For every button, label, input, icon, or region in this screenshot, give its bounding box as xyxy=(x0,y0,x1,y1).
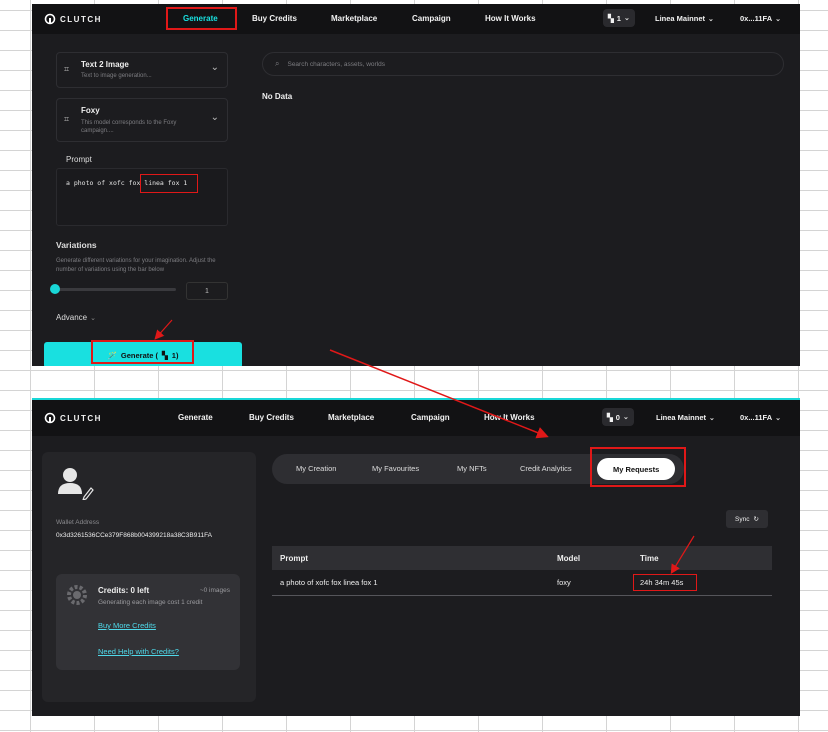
chevron-down-icon: ⌄ xyxy=(709,414,715,422)
nav-buy-credits[interactable]: Buy Credits xyxy=(252,14,297,23)
network-label: Linea Mainnet xyxy=(656,413,707,422)
model-title: Text 2 Image xyxy=(81,60,129,69)
advance-toggle[interactable]: Advance ⌄ xyxy=(56,313,96,322)
top-nav: CLUTCH Generate Buy Credits Marketplace … xyxy=(32,4,800,34)
buy-more-credits-link[interactable]: Buy More Credits xyxy=(98,621,156,630)
chevron-down-icon: ⌄ xyxy=(210,62,219,73)
nav-buy-credits[interactable]: Buy Credits xyxy=(249,413,294,422)
generate-screenshot: CLUTCH Generate Buy Credits Marketplace … xyxy=(32,4,800,366)
search-icon: ⌕ xyxy=(275,59,280,68)
grid-icon: ⌗ xyxy=(64,114,70,124)
credit-count: 1 xyxy=(616,13,621,23)
nav-campaign[interactable]: Campaign xyxy=(411,413,450,422)
nav-generate[interactable]: Generate xyxy=(178,413,213,422)
clutch-logo-icon xyxy=(44,13,56,25)
credits-box: Credits: 0 left ~0 images Generating eac… xyxy=(56,574,240,670)
tab-my-favourites[interactable]: My Favourites xyxy=(372,464,419,473)
clutch-logo[interactable]: CLUTCH xyxy=(44,412,102,424)
search-bar[interactable]: ⌕ Search characters, assets, worlds xyxy=(262,52,784,76)
nav-campaign[interactable]: Campaign xyxy=(412,14,451,23)
model-subtitle: Text to image generation... xyxy=(81,73,152,79)
row-model: foxy xyxy=(557,578,571,587)
wallet-label: 0x...11FA xyxy=(740,14,773,23)
column-time: Time xyxy=(640,554,659,563)
model-title: Foxy xyxy=(81,106,100,115)
model-subtitle: This model corresponds to the Foxy campa… xyxy=(81,120,177,134)
wallet-select[interactable]: 0x...11FA ⌄ xyxy=(740,14,781,23)
chevron-down-icon: ⌄ xyxy=(775,15,781,23)
credit-pill[interactable]: ▚ 0 ⌄ xyxy=(602,408,634,426)
clutch-logo[interactable]: CLUTCH xyxy=(44,13,102,25)
network-label: Linea Mainnet xyxy=(655,14,706,23)
sync-label: Sync xyxy=(735,515,750,523)
credit-count: 0 xyxy=(615,412,620,422)
requests-screenshot: CLUTCH Generate Buy Credits Marketplace … xyxy=(32,398,800,716)
search-placeholder: Search characters, assets, worlds xyxy=(287,60,386,68)
variations-description: Generate different variations for your i… xyxy=(56,258,216,273)
sync-button[interactable]: Sync ↻ xyxy=(726,510,768,528)
tab-my-creation[interactable]: My Creation xyxy=(296,464,336,473)
chevron-down-icon: ⌄ xyxy=(775,414,781,422)
no-data-text: No Data xyxy=(262,92,293,101)
nav-how-it-works[interactable]: How It Works xyxy=(484,413,535,422)
chevron-down-icon: ⌄ xyxy=(623,15,630,22)
row-prompt: a photo of xofc fox linea fox 1 xyxy=(280,578,378,587)
annotation-box-generate xyxy=(166,7,237,30)
table-row: a photo of xofc fox linea fox 1 foxy 24h… xyxy=(272,570,772,596)
annotation-box-prompt xyxy=(140,174,198,193)
brand-name: CLUTCH xyxy=(60,413,102,423)
gear-icon xyxy=(67,585,87,605)
credit-icon: ▚ xyxy=(607,412,613,422)
nav-marketplace[interactable]: Marketplace xyxy=(328,413,374,422)
annotation-box-generate-button xyxy=(91,340,194,364)
prompt-label: Prompt xyxy=(66,155,92,164)
requests-table-header: Prompt Model Time xyxy=(272,546,772,570)
model-card-foxy[interactable]: ⌗ Foxy This model corresponds to the Fox… xyxy=(56,98,228,142)
credits-description: Generating each image cost 1 credit xyxy=(98,599,203,606)
chevron-down-icon: ⌄ xyxy=(622,414,629,421)
column-model: Model xyxy=(557,554,581,563)
clutch-logo-icon xyxy=(44,412,56,424)
wallet-address: 0x3d3261536CCe379F868b004399218a38C3B911… xyxy=(56,532,213,539)
variations-label: Variations xyxy=(56,240,97,250)
credits-images: ~0 images xyxy=(199,587,230,594)
grid-icon: ⌗ xyxy=(64,64,70,74)
annotation-box-my-requests xyxy=(590,447,686,487)
column-prompt: Prompt xyxy=(280,554,308,563)
slider-knob[interactable] xyxy=(50,284,60,294)
profile-card: Wallet Address 0x3d3261536CCe379F868b004… xyxy=(42,452,256,702)
prompt-textarea[interactable]: a photo of xofc fox linea fox 1 xyxy=(56,168,228,226)
tab-my-nfts[interactable]: My NFTs xyxy=(457,464,487,473)
credit-icon: ▚ xyxy=(608,13,614,23)
prompt-prefix: a photo of xofc fox xyxy=(66,179,141,187)
variations-slider[interactable] xyxy=(54,288,176,291)
wallet-address-label: Wallet Address xyxy=(56,519,100,526)
user-avatar-icon xyxy=(58,468,94,500)
annotation-box-time xyxy=(633,574,697,591)
chevron-down-icon: ⌄ xyxy=(90,314,97,322)
advance-label: Advance xyxy=(56,313,88,322)
nav-marketplace[interactable]: Marketplace xyxy=(331,14,377,23)
refresh-icon: ↻ xyxy=(753,516,759,523)
nav-how-it-works[interactable]: How It Works xyxy=(485,14,536,23)
network-select[interactable]: Linea Mainnet ⌄ xyxy=(656,413,715,422)
wallet-select[interactable]: 0x...11FA ⌄ xyxy=(740,413,781,422)
tab-credit-analytics[interactable]: Credit Analytics xyxy=(520,464,572,473)
chevron-down-icon: ⌄ xyxy=(708,15,714,23)
need-help-link[interactable]: Need Help with Credits? xyxy=(98,647,179,656)
credits-title: Credits: 0 left xyxy=(98,586,150,595)
model-card-text2image[interactable]: ⌗ Text 2 Image Text to image generation.… xyxy=(56,52,228,88)
variations-input[interactable]: 1 xyxy=(186,282,228,300)
top-nav: CLUTCH Generate Buy Credits Marketplace … xyxy=(32,400,800,436)
wallet-label: 0x...11FA xyxy=(740,413,773,422)
network-select[interactable]: Linea Mainnet ⌄ xyxy=(655,14,714,23)
chevron-down-icon: ⌄ xyxy=(210,112,219,123)
brand-name: CLUTCH xyxy=(60,14,102,24)
credit-pill[interactable]: ▚ 1 ⌄ xyxy=(603,9,635,27)
